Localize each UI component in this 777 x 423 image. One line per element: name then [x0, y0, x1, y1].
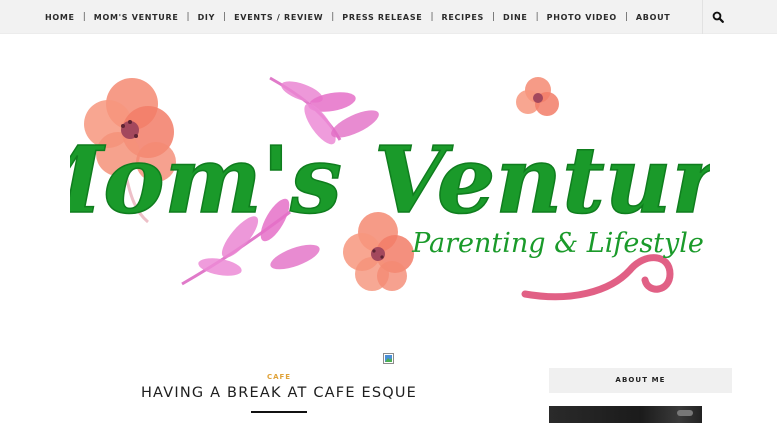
widget-title: ABOUT ME	[615, 376, 666, 384]
nav-events-review[interactable]: EVENTS / REVIEW	[234, 13, 323, 22]
about-me-widget-header: ABOUT ME	[549, 368, 732, 393]
nav-recipes[interactable]: RECIPES	[442, 13, 484, 22]
logo-tagline: Parenting & Lifestyle	[411, 228, 704, 259]
nav-separator: |	[82, 12, 86, 22]
site-logo[interactable]: Mom's Venture Parenting & Lifestyle	[70, 62, 710, 320]
title-divider	[251, 411, 307, 413]
logo-title: Mom's Venture	[70, 126, 710, 234]
nav-separator: |	[535, 12, 539, 22]
flower-graphic	[516, 77, 559, 116]
nav-separator: |	[223, 12, 227, 22]
search-icon[interactable]	[712, 11, 724, 23]
nav-dine[interactable]: DINE	[503, 13, 528, 22]
nav-separator: |	[430, 12, 434, 22]
nav-menu: HOME | MOM'S VENTURE | DIY | EVENTS / REVIEW | P…	[45, 0, 670, 34]
nav-moms-venture[interactable]: MOM'S VENTURE	[94, 13, 179, 22]
nav-diy[interactable]: DIY	[198, 13, 216, 22]
top-navigation-bar: HOME | MOM'S VENTURE | DIY | EVENTS / REVIEW | P…	[0, 0, 777, 34]
nav-separator: |	[491, 12, 496, 22]
post-title-link[interactable]: HAVING A BREAK AT CAFE ESQUE	[100, 385, 458, 401]
post-category-link[interactable]: CAFE	[199, 373, 359, 381]
nav-press-release[interactable]: PRESS RELEASE	[342, 13, 422, 22]
about-me-photo	[549, 406, 702, 423]
swirl-graphic	[521, 254, 674, 301]
nav-home[interactable]: HOME	[45, 13, 75, 22]
nav-about[interactable]: ABOUT	[636, 13, 671, 22]
nav-separator: |	[624, 12, 628, 22]
nav-separator: |	[331, 12, 335, 22]
search-box[interactable]	[702, 0, 777, 34]
nav-separator: |	[186, 12, 190, 22]
nav-photo-video[interactable]: PHOTO VIDEO	[547, 13, 617, 22]
broken-image-icon	[383, 353, 394, 364]
